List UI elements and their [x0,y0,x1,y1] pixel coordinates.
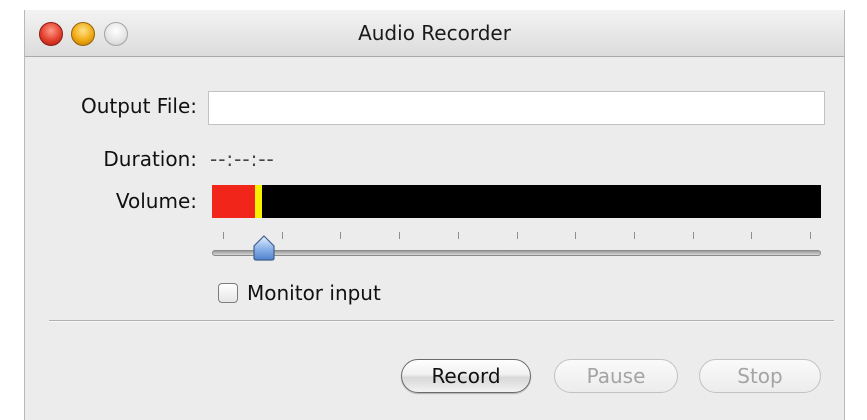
gain-slider-tick [458,232,459,239]
gain-slider-thumb[interactable] [253,235,275,261]
duration-value: --:--:-- [210,147,275,171]
gain-slider-tick [634,232,635,239]
pause-button[interactable]: Pause [554,359,678,393]
window-title: Audio Recorder [358,21,511,45]
output-file-field[interactable] [208,91,825,125]
volume-label: Volume: [115,189,197,213]
monitor-input-label[interactable]: Monitor input [247,281,381,305]
record-button[interactable]: Record [401,359,531,393]
volume-meter-peak [255,185,262,218]
volume-meter-level [212,185,255,218]
gain-slider-track[interactable] [212,250,821,256]
gain-slider-tick [693,232,694,239]
output-file-label: Output File: [80,94,197,118]
gain-slider-tick [810,232,811,239]
title-bar[interactable]: Audio Recorder [25,10,844,57]
monitor-input-checkbox[interactable] [218,283,238,303]
gain-slider-tick [223,232,224,239]
gain-slider-tick [751,232,752,239]
gain-slider-tick [517,232,518,239]
gain-slider-tick [399,232,400,239]
divider [49,320,834,322]
gain-slider-tick [575,232,576,239]
audio-recorder-window: Audio Recorder Output File: Duration: --… [24,10,845,420]
gain-slider-tick [282,232,283,239]
volume-meter [212,185,821,218]
stop-button[interactable]: Stop [699,359,821,393]
duration-label: Duration: [103,147,197,171]
gain-slider[interactable] [212,232,821,268]
gain-slider-tick [340,232,341,239]
